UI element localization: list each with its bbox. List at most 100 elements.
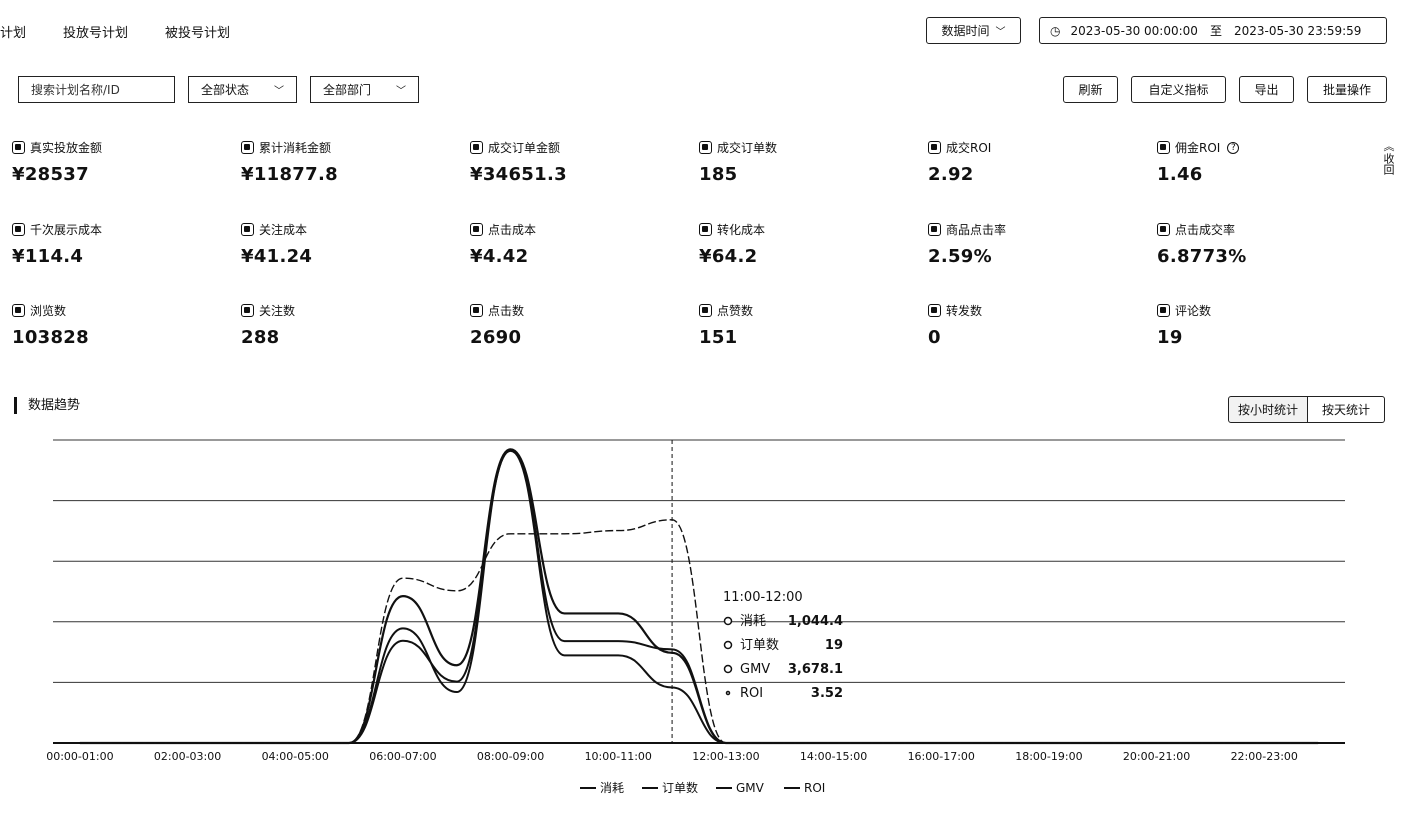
metric-label-text: 浏览数 bbox=[30, 304, 67, 318]
x-tick-label: 06:00-07:00 bbox=[369, 750, 436, 763]
series-line-0 bbox=[79, 448, 1319, 745]
metric-label-text: 真实投放金额 bbox=[30, 141, 103, 155]
metric-icon bbox=[241, 304, 254, 317]
metric-value: 103828 bbox=[12, 327, 89, 348]
status-select[interactable]: 全部状态 ﹀ bbox=[188, 76, 297, 103]
metric-card: 浏览数 103828 bbox=[12, 302, 212, 348]
metric-value: ¥41.24 bbox=[241, 246, 313, 267]
hourly-stats-button[interactable]: 按小时统计 bbox=[1228, 396, 1308, 423]
metric-card: 关注成本 ¥41.24 bbox=[241, 221, 441, 267]
date-separator: 至 bbox=[1209, 24, 1222, 38]
metric-card: 点击成本 ¥4.42 bbox=[470, 221, 670, 267]
metric-label: 累计消耗金额 bbox=[241, 139, 441, 156]
x-tick-label: 10:00-11:00 bbox=[585, 750, 652, 763]
collapse-label: 收回 bbox=[1382, 153, 1395, 175]
metric-value: 288 bbox=[241, 327, 280, 348]
metric-label: 佣金ROI? bbox=[1157, 139, 1357, 156]
metric-card: 转发数 0 bbox=[928, 302, 1128, 348]
metric-card: 成交订单金额 ¥34651.3 bbox=[470, 139, 670, 185]
metric-label: 评论数 bbox=[1157, 302, 1357, 319]
metric-label: 转发数 bbox=[928, 302, 1128, 319]
metric-icon bbox=[470, 304, 483, 317]
legend-item: GMV bbox=[736, 781, 765, 795]
batch-operation-button[interactable]: 批量操作 bbox=[1307, 76, 1387, 103]
metric-value: ¥11877.8 bbox=[241, 164, 338, 185]
metric-card: 真实投放金额 ¥28537 bbox=[12, 139, 212, 185]
metric-label-text: 成交ROI bbox=[946, 141, 992, 155]
metric-card: 转化成本 ¥64.2 bbox=[699, 221, 899, 267]
date-end: 2023-05-30 23:59:59 bbox=[1233, 23, 1362, 38]
search-placeholder: 搜索计划名称/ID bbox=[31, 83, 120, 97]
metric-label: 关注成本 bbox=[241, 221, 441, 238]
metric-card: 点击成交率 6.8773% bbox=[1157, 221, 1357, 267]
metric-card: 关注数 288 bbox=[241, 302, 441, 348]
metric-icon bbox=[1157, 223, 1170, 236]
metric-label-text: 成交订单数 bbox=[717, 141, 778, 155]
time-type-select[interactable]: 数据时间 ﹀ bbox=[926, 17, 1021, 44]
tab-plan[interactable]: 计划 bbox=[0, 22, 26, 41]
x-tick-label: 04:00-05:00 bbox=[262, 750, 329, 763]
metric-card: 累计消耗金额 ¥11877.8 bbox=[241, 139, 441, 185]
tooltip-series-name: ROI bbox=[740, 686, 763, 701]
metric-label: 点击成交率 bbox=[1157, 221, 1357, 238]
legend-item: ROI bbox=[804, 781, 825, 795]
refresh-button[interactable]: 刷新 bbox=[1063, 76, 1118, 103]
metric-icon bbox=[470, 223, 483, 236]
metric-label-text: 点击数 bbox=[488, 304, 525, 318]
tooltip-series-value: 3,678.1 bbox=[788, 662, 843, 677]
metric-value: 1.46 bbox=[1157, 164, 1203, 185]
tab-target-account-plan[interactable]: 被投号计划 bbox=[165, 22, 230, 41]
metric-label: 点击数 bbox=[470, 302, 670, 319]
metric-value: ¥34651.3 bbox=[470, 164, 567, 185]
metric-icon bbox=[699, 141, 712, 154]
collapse-toggle[interactable]: ︽ 收回 bbox=[1382, 140, 1396, 176]
double-chevron-up-icon: ︽ bbox=[1383, 140, 1395, 153]
help-icon[interactable]: ? bbox=[1227, 141, 1240, 154]
metric-value: ¥64.2 bbox=[699, 246, 758, 267]
metric-label: 成交订单数 bbox=[699, 139, 899, 156]
metric-card: 商品点击率 2.59% bbox=[928, 221, 1128, 267]
daily-stats-button[interactable]: 按天统计 bbox=[1308, 396, 1385, 423]
tab-delivery-account-plan[interactable]: 投放号计划 bbox=[63, 22, 128, 41]
custom-metrics-button[interactable]: 自定义指标 bbox=[1131, 76, 1226, 103]
granularity-toggle: 按小时统计 按天统计 bbox=[1228, 396, 1385, 423]
metric-card: 成交订单数 185 bbox=[699, 139, 899, 185]
tooltip-marker bbox=[725, 690, 731, 696]
tooltip-title: 11:00-12:00 bbox=[723, 590, 803, 605]
tooltip-marker bbox=[723, 664, 733, 674]
tooltip-series-name: GMV bbox=[740, 662, 770, 677]
x-tick-label: 00:00-01:00 bbox=[46, 750, 113, 763]
trend-chart[interactable]: 00:00-01:00 02:00-03:00 04:00-05:00 06:00-0… bbox=[0, 0, 1405, 818]
clock-icon: ◷ bbox=[1050, 23, 1061, 38]
metric-label-text: 千次展示成本 bbox=[30, 223, 103, 237]
metric-label-text: 佣金ROI bbox=[1175, 141, 1221, 155]
search-input[interactable]: 搜索计划名称/ID bbox=[18, 76, 175, 103]
tooltip-marker bbox=[723, 616, 733, 626]
metric-card: 点赞数 151 bbox=[699, 302, 899, 348]
export-button[interactable]: 导出 bbox=[1239, 76, 1294, 103]
department-select-value: 全部部门 bbox=[323, 83, 372, 97]
date-range-picker[interactable]: ◷ 2023-05-30 00:00:00 至 2023-05-30 23:59… bbox=[1039, 17, 1387, 44]
department-select[interactable]: 全部部门 ﹀ bbox=[310, 76, 419, 103]
chevron-down-icon: ﹀ bbox=[274, 86, 284, 97]
chevron-down-icon: ﹀ bbox=[995, 27, 1006, 38]
series-line-2 bbox=[79, 449, 1319, 744]
metric-value: 2.92 bbox=[928, 164, 974, 185]
metric-label-text: 点击成交率 bbox=[1175, 223, 1236, 237]
metric-label: 商品点击率 bbox=[928, 221, 1128, 238]
time-type-label: 数据时间 bbox=[941, 24, 990, 38]
metric-value: 19 bbox=[1157, 327, 1183, 348]
metric-label: 转化成本 bbox=[699, 221, 899, 238]
x-tick-label: 08:00-09:00 bbox=[477, 750, 544, 763]
x-tick-label: 02:00-03:00 bbox=[154, 750, 221, 763]
metric-value: 6.8773% bbox=[1157, 246, 1247, 267]
metric-icon bbox=[241, 223, 254, 236]
metric-label-text: 评论数 bbox=[1175, 304, 1212, 318]
metric-card: 点击数 2690 bbox=[470, 302, 670, 348]
tooltip-series-value: 3.52 bbox=[811, 686, 843, 701]
metric-value: ¥4.42 bbox=[470, 246, 529, 267]
metric-label-text: 点击成本 bbox=[488, 223, 537, 237]
metric-label: 关注数 bbox=[241, 302, 441, 319]
tooltip-series-name: 订单数 bbox=[740, 638, 779, 653]
tooltip-series-name: 消耗 bbox=[740, 614, 766, 629]
